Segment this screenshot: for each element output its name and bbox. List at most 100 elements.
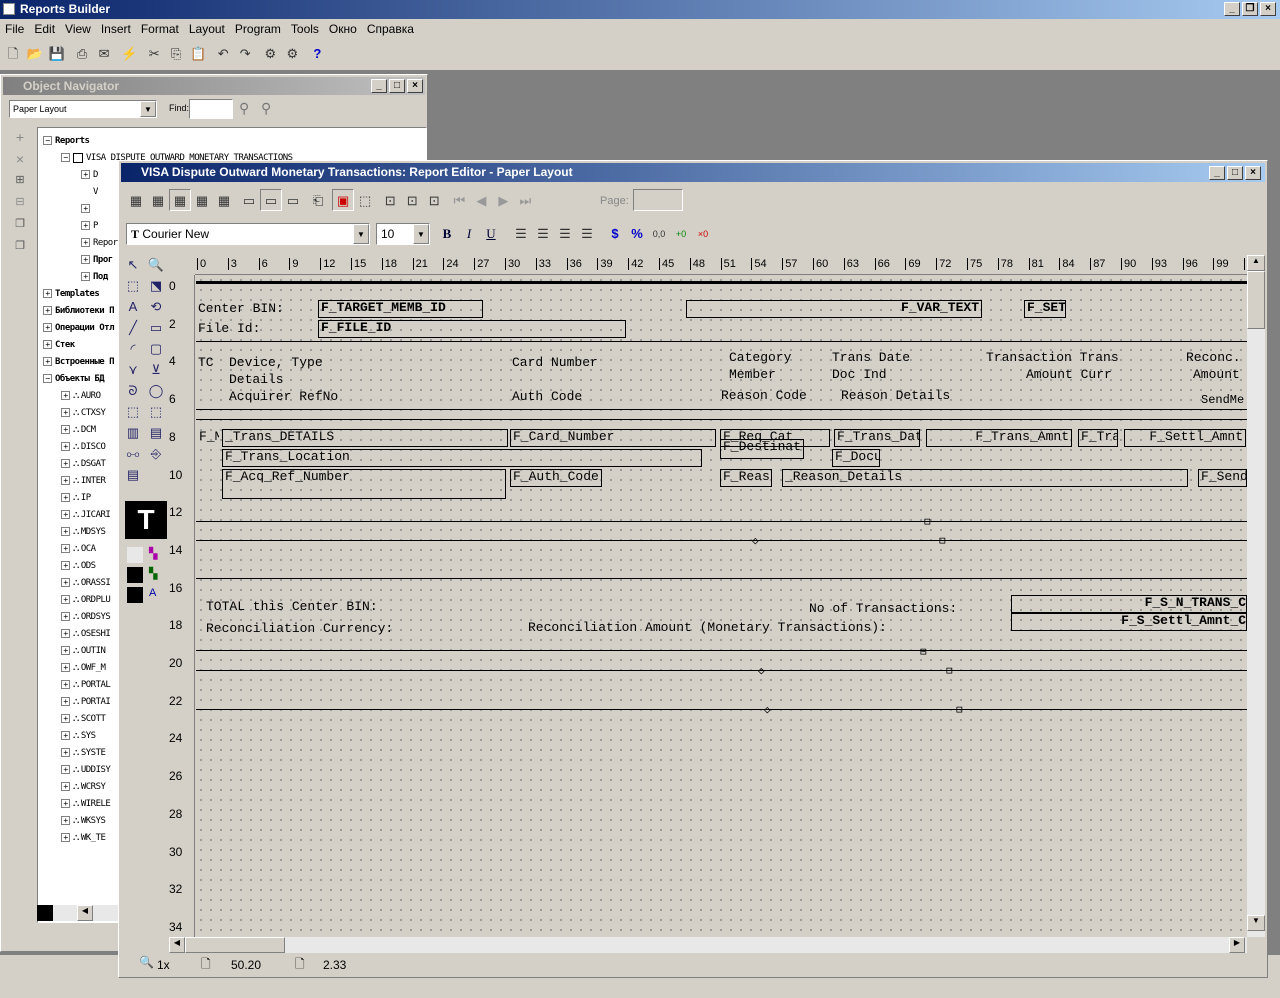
anchor-tool-icon[interactable]: ⎆ <box>146 444 166 464</box>
rounded-rect-icon[interactable]: ▢ <box>146 339 166 359</box>
menu-insert[interactable]: Insert <box>96 19 136 39</box>
collapse-box-icon[interactable]: − <box>43 374 52 383</box>
flex-off-icon[interactable]: ⬚ <box>354 190 376 212</box>
anchor-handle-icon[interactable]: ⊟ <box>956 703 963 717</box>
menu-program[interactable]: Program <box>230 19 286 39</box>
scroll-down-icon[interactable]: ▼ <box>1247 915 1265 931</box>
anchor-handle-icon[interactable]: ⊟ <box>924 515 931 529</box>
expand-box-icon[interactable]: + <box>43 289 52 298</box>
ellipse-tool-icon[interactable]: ◯ <box>146 381 166 401</box>
expand-box-icon[interactable]: + <box>43 340 52 349</box>
text-tool-large[interactable]: T <box>125 501 167 539</box>
select-tool-icon[interactable]: ↖ <box>123 255 143 275</box>
line-tool-icon[interactable]: ╱ <box>123 318 143 338</box>
menu-window[interactable]: Окно <box>324 19 362 39</box>
repeating-frame-icon[interactable]: ⬚ <box>146 402 166 422</box>
line-color-swatch[interactable] <box>127 567 143 583</box>
anchor-handle-icon[interactable]: ◇ <box>752 534 759 548</box>
app-close-button[interactable]: × <box>1260 2 1276 16</box>
field-trans-details[interactable]: _Trans_DETAILS <box>222 429 508 447</box>
anchor-handle-icon[interactable]: ⊟ <box>939 534 946 548</box>
next-page-icon[interactable]: ▶ <box>492 190 514 212</box>
paper-design-icon[interactable]: ▦ <box>191 190 213 212</box>
percent-button[interactable]: % <box>626 223 648 245</box>
app-restore-button[interactable]: ❐ <box>1242 2 1258 16</box>
expand-box-icon[interactable]: + <box>61 612 70 621</box>
app-minimize-button[interactable]: _ <box>1224 2 1240 16</box>
field-m[interactable]: F_M <box>196 429 220 447</box>
chart-tool-icon[interactable]: ▥ <box>123 423 143 443</box>
ungroup-icon[interactable]: ⊡ <box>401 190 423 212</box>
currency-button[interactable]: $ <box>604 223 626 245</box>
editor-minimize-button[interactable]: _ <box>1209 166 1225 180</box>
underline-button[interactable]: U <box>480 223 502 245</box>
field-var-text[interactable]: F_VAR_TEXT <box>686 300 982 318</box>
expand-box-icon[interactable]: + <box>61 646 70 655</box>
expand-box-icon[interactable]: + <box>61 408 70 417</box>
collapse-box-icon[interactable]: − <box>61 153 70 162</box>
scroll-right-icon[interactable]: ▶ <box>1229 937 1245 953</box>
expand-box-icon[interactable]: + <box>61 816 70 825</box>
rotate-tool-icon[interactable]: ⟲ <box>146 297 166 317</box>
expand-box-icon[interactable]: + <box>61 561 70 570</box>
collapse-icon[interactable]: × <box>9 151 31 173</box>
menu-layout[interactable]: Layout <box>184 19 230 39</box>
expand-box-icon[interactable]: + <box>61 476 70 485</box>
tree-node-reports[interactable]: − Reports <box>43 133 426 150</box>
menu-edit[interactable]: Edit <box>29 19 60 39</box>
field-docu[interactable]: F_Docu <box>832 449 880 467</box>
expand-box-icon[interactable]: + <box>61 782 70 791</box>
text-color-icon[interactable]: A <box>149 587 156 599</box>
expand-box-icon[interactable]: + <box>81 221 90 230</box>
cut-icon[interactable]: ✂ <box>143 43 165 65</box>
polyline-tool-icon[interactable]: ⋎ <box>123 360 143 380</box>
fill-color-icon[interactable]: ▚ <box>149 547 157 560</box>
expand-box-icon[interactable]: + <box>43 357 52 366</box>
expand-box-icon[interactable]: + <box>61 425 70 434</box>
expand-box-icon[interactable]: + <box>61 578 70 587</box>
paste-icon[interactable]: 📋 <box>187 43 209 65</box>
fill-color-swatch[interactable] <box>127 547 143 563</box>
field-destinat[interactable]: F_Destinat <box>720 439 804 459</box>
expand-box-icon[interactable]: + <box>61 714 70 723</box>
data-model-icon[interactable]: ▦ <box>125 190 147 212</box>
scroll-thumb[interactable] <box>1247 271 1265 329</box>
remove-decimal-button[interactable]: ×0 <box>692 223 714 245</box>
view-select[interactable]: Paper Layout ▼ <box>9 100 157 118</box>
reshape-tool-icon[interactable]: ⬔ <box>146 276 166 296</box>
run-icon[interactable]: ⚡ <box>118 43 140 65</box>
editor-maximize-button[interactable]: □ <box>1227 166 1243 180</box>
flex-on-icon[interactable]: ▣ <box>332 189 355 211</box>
redo-icon[interactable]: ↷ <box>234 43 256 65</box>
bold-button[interactable]: B <box>436 223 458 245</box>
find-input[interactable] <box>189 99 233 119</box>
layout-canvas[interactable]: Center BIN: F_TARGET_MEMB_ID F_VAR_TEXT … <box>196 275 1247 937</box>
expand-box-icon[interactable]: + <box>61 629 70 638</box>
find-prev-icon[interactable]: ⚲ <box>261 100 271 117</box>
anchor-handle-icon[interactable]: ⊟ <box>946 664 953 678</box>
align-center-icon[interactable]: ☰ <box>532 223 554 245</box>
field-target-memb-id[interactable]: F_TARGET_MEMB_ID <box>318 300 483 318</box>
scroll-left-icon[interactable] <box>37 905 53 921</box>
field-send[interactable]: F_Send <box>1198 469 1247 487</box>
navigator-minimize-button[interactable]: _ <box>371 79 387 93</box>
expand-box-icon[interactable]: + <box>81 170 90 179</box>
expand-box-icon[interactable]: + <box>61 391 70 400</box>
frame-tool-icon[interactable]: ⬚ <box>123 402 143 422</box>
chevron-down-icon[interactable]: ▼ <box>413 224 429 244</box>
navigator-close-button[interactable]: × <box>407 79 423 93</box>
copy-icon[interactable]: ⎘ <box>165 43 187 65</box>
field-file-id[interactable]: F_FILE_ID <box>318 320 626 338</box>
field-trans-date[interactable]: F_Trans_Date <box>834 429 920 447</box>
align-justify-icon[interactable]: ☰ <box>576 223 598 245</box>
page-input[interactable] <box>633 189 683 211</box>
align-right-icon[interactable]: ☰ <box>554 223 576 245</box>
field-card-number[interactable]: F_Card_Number <box>510 429 716 447</box>
font-size-select[interactable]: 10 ▼ <box>376 223 430 245</box>
expand-box-icon[interactable]: + <box>61 544 70 553</box>
italic-button[interactable]: I <box>458 223 480 245</box>
field-set[interactable]: F_SET <box>1024 300 1066 318</box>
paper-layout-icon[interactable]: ▦ <box>169 189 191 211</box>
editor-vscrollbar[interactable]: ▲ ▼ <box>1247 255 1265 937</box>
line-color-icon[interactable]: ▚ <box>149 567 157 580</box>
